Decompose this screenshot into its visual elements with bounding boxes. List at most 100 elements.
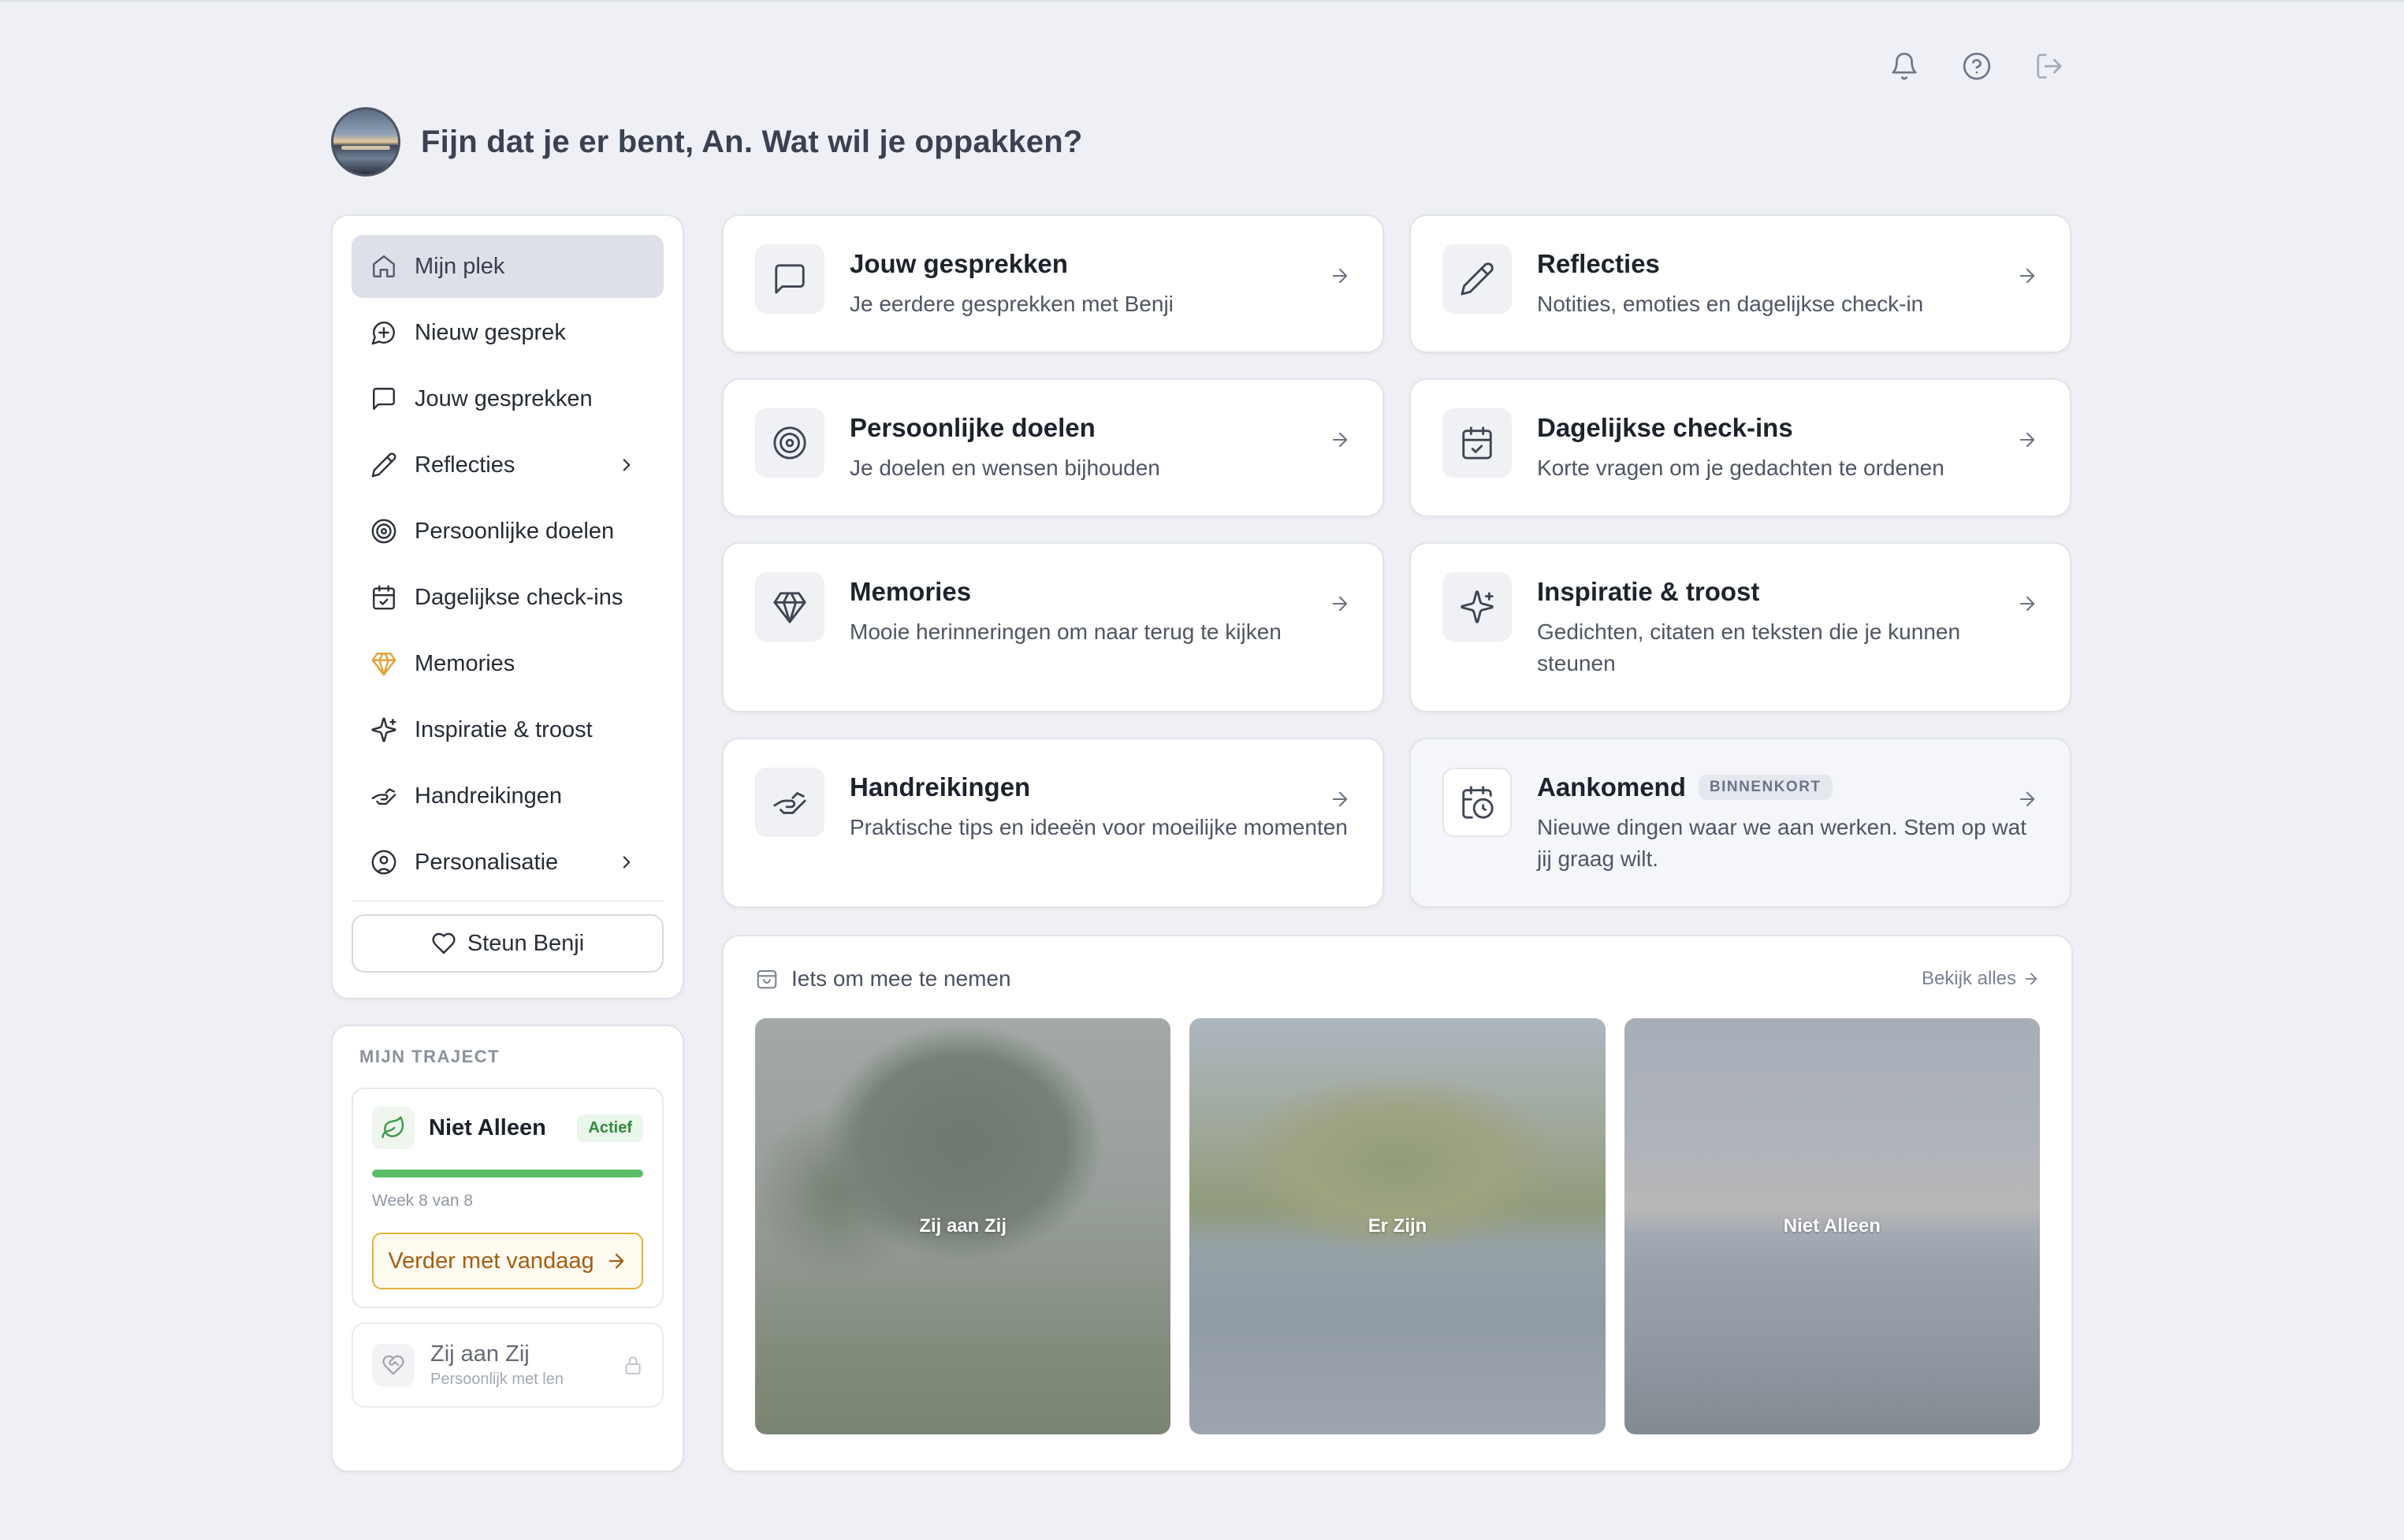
help-button[interactable] [1961,50,1993,82]
pencil-icon [1461,262,1494,296]
status-badge: Actief [577,1114,643,1142]
course-progress-fill [372,1170,643,1177]
card-subtitle: Praktische tips en ideeën voor moeilijke… [850,815,1348,839]
notifications-button[interactable] [1889,50,1920,82]
course-title: Niet Alleen [429,1114,546,1140]
see-all-link[interactable]: Bekijk alles [1922,968,2040,990]
week-progress-text: Week 8 van 8 [372,1192,474,1210]
coming-soon-badge: BINNENKORT [1698,775,1833,800]
sidebar-item-jouw-gesprekken[interactable]: Jouw gesprekken [352,367,664,430]
see-all-label: Bekijk alles [1921,968,2016,989]
tile-er-zijn[interactable]: Er Zijn [1189,1018,1606,1434]
card-icon-box [755,572,824,642]
take-along-tiles: Zij aan Zij Er Zijn Niet Alleen [755,1018,2040,1434]
arrow-right-icon [1332,432,1348,448]
user-circle-icon [371,850,396,875]
card-icon-box [1442,768,1512,837]
tile-label: Zij aan Zij [919,1215,1007,1237]
card-subtitle: Je doelen en wensen bijhouden [850,456,1160,480]
heart-handshake-icon [382,1355,404,1375]
chat-plus-icon [371,322,395,345]
card-icon-box [1442,572,1512,642]
arrow-right-icon [1332,596,1348,612]
card-title: Persoonlijke doelen [850,413,1096,442]
card-persoonlijke-doelen[interactable]: Persoonlijke doelen Je doelen en wensen … [722,378,1384,517]
card-icon-box [755,408,824,478]
card-jouw-gesprekken[interactable]: Jouw gesprekken Je eerdere gesprekken me… [722,214,1384,353]
sidebar-item-nieuw-gesprek[interactable]: Nieuw gesprek [352,301,664,364]
sidebar-item-mijn-plek[interactable]: Mijn plek [352,235,664,298]
logout-button[interactable] [2034,50,2065,82]
card-subtitle: Notities, emoties en dagelijkse check-in [1537,292,1924,316]
locked-course-subtitle: Persoonlijk met len [430,1371,564,1388]
chat-icon [373,388,395,410]
tile-label: Niet Alleen [1783,1215,1881,1237]
chevron-right-icon [623,459,631,471]
chevron-right-icon [623,856,631,869]
card-inspiratie-troost[interactable]: Inspiratie & troost Gedichten, citaten e… [1409,542,2071,712]
locked-course-card[interactable]: Zij aan Zij Persoonlijk met len [352,1322,664,1408]
card-title: Jouw gesprekken [850,249,1068,278]
sidebar-item-label: Mijn plek [415,253,505,279]
sidebar-item-label: Persoonlijke doelen [415,518,615,544]
arrow-right-icon [2025,973,2037,985]
card-title: Dagelijkse check-ins [1537,413,1793,442]
leaf-icon [381,1116,404,1139]
gem-icon [773,592,806,623]
leaf-icon-box [372,1107,415,1149]
card-title: Reflecties [1537,249,1660,278]
sidebar-item-personalisatie[interactable]: Personalisatie [352,831,664,894]
sidebar-item-inspiratie-troost[interactable]: Inspiratie & troost [352,698,664,761]
sidebar-item-label: Memories [415,650,515,676]
sidebar-item-memories[interactable]: Memories [352,632,664,695]
avatar[interactable] [331,107,400,177]
sidebar-item-label: Handreikingen [415,783,563,809]
logout-icon [2037,54,2062,79]
arrow-right-icon [2019,596,2035,612]
card-icon-box [1442,408,1512,478]
tile-zij-aan-zij[interactable]: Zij aan Zij [755,1018,1171,1434]
card-subtitle: Mooie herinneringen om naar terug te kij… [850,619,1282,644]
support-label: Steun Benji [467,930,585,956]
sidebar-item-label: Inspiratie & troost [415,716,593,742]
sidebar: Mijn plek Nieuw gesprek Jouw gesprekken … [331,214,684,999]
card-dagelijkse-check-ins[interactable]: Dagelijkse check-ins Korte vragen om je … [1409,378,2071,517]
card-title: Aankomend [1537,772,1686,802]
card-icon-box [1442,244,1512,314]
card-reflecties[interactable]: Reflecties Notities, emoties en dagelijk… [1409,214,2071,353]
sidebar-item-handreikingen[interactable]: Handreikingen [352,764,664,828]
tile-niet-alleen[interactable]: Niet Alleen [1624,1018,2040,1434]
active-course-card[interactable]: Niet Alleen Actief Week 8 van 8 Verder m… [352,1088,664,1308]
shopping-bag-icon [757,969,777,989]
card-title: Inspiratie & troost [1537,577,1760,606]
pencil-icon [371,452,396,478]
continue-label: Verder met vandaag [388,1248,594,1274]
arrow-right-icon [1332,791,1348,807]
page-title: Fijn dat je er bent, An. Wat wil je oppa… [421,124,1083,159]
my-trajectory-panel: MIJN TRAJECT Niet Alleen Actief Week 8 v… [331,1025,684,1472]
sidebar-item-reflecties[interactable]: Reflecties [352,433,664,497]
sidebar-item-persoonlijke-doelen[interactable]: Persoonlijke doelen [352,500,664,563]
sidebar-item-label: Personalisatie [415,849,559,875]
home-icon [373,255,395,277]
continue-today-button[interactable]: Verder met vandaag [372,1233,643,1289]
sidebar-item-label: Nieuw gesprek [415,319,566,345]
card-memories[interactable]: Memories Mooie herinneringen om naar ter… [722,542,1384,712]
arrow-right-icon [608,1253,623,1269]
top-toolbar [1889,50,2065,82]
support-button[interactable]: Steun Benji [352,914,664,973]
page-header: Fijn dat je er bent, An. Wat wil je oppa… [331,107,1082,177]
arrow-right-icon [2019,432,2035,448]
card-handreikingen[interactable]: Handreikingen Praktische tips en ideeën … [722,738,1384,908]
sidebar-item-label: Dagelijkse check-ins [415,584,623,610]
heart-icon [432,932,456,954]
target-icon [773,426,806,459]
lock-icon [625,1356,641,1374]
course-progress-bar [372,1170,643,1177]
card-title: Handreikingen [850,772,1031,802]
calendar-check-icon [373,585,395,610]
card-aankomend[interactable]: Aankomend BINNENKORT Nieuwe dingen waar … [1409,738,2071,908]
card-subtitle: Gedichten, citaten en teksten die je kun… [1537,619,1961,675]
take-along-panel: Iets om mee te nemen Bekijk alles Zij aa… [722,935,2073,1472]
sidebar-item-dagelijkse-check-ins[interactable]: Dagelijkse check-ins [352,566,664,629]
